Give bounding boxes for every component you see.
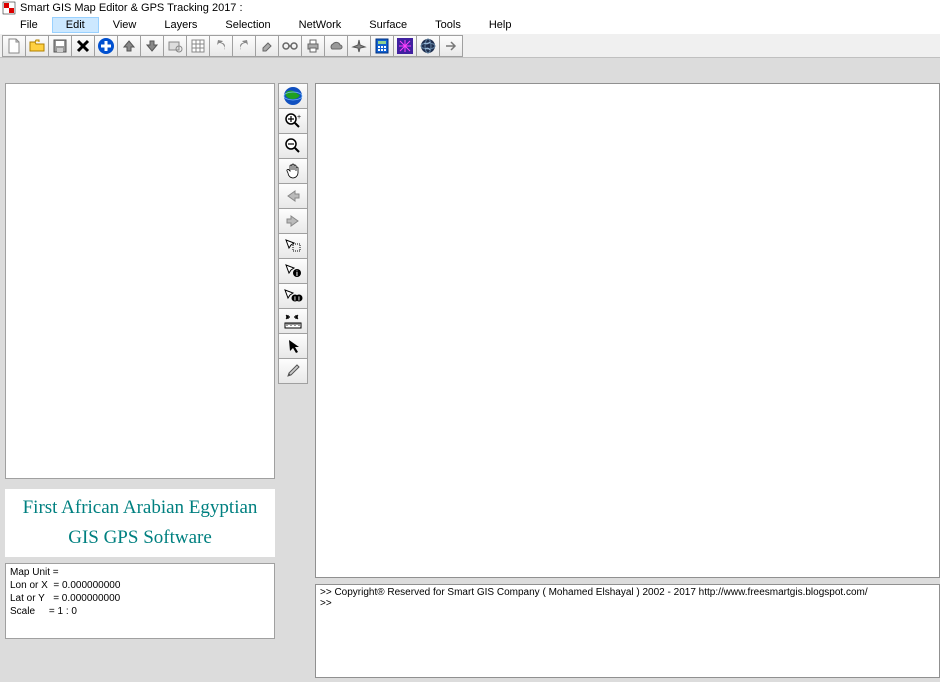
- edit-pen-button[interactable]: [278, 358, 308, 384]
- undo-button[interactable]: [209, 35, 233, 57]
- map-canvas[interactable]: [315, 83, 940, 578]
- left-panel: First African Arabian Egyptian GIS GPS S…: [5, 83, 275, 639]
- map-toolbar: + i ii: [278, 83, 308, 383]
- zoom-out-button[interactable]: [278, 133, 308, 159]
- menu-selection[interactable]: Selection: [211, 17, 284, 33]
- zoom-in-button[interactable]: +: [278, 108, 308, 134]
- cloud-button[interactable]: [324, 35, 348, 57]
- main-toolbar: [0, 34, 940, 58]
- map-unit-label: Map Unit =: [10, 567, 59, 578]
- globe-button[interactable]: [416, 35, 440, 57]
- lon-label: Lon or X: [10, 580, 48, 591]
- coordinate-status: Map Unit = Lon or X = 0.000000000 Lat or…: [5, 563, 275, 639]
- airplane-button[interactable]: [347, 35, 371, 57]
- menu-bar: File Edit View Layers Selection NetWork …: [0, 16, 940, 34]
- log-output[interactable]: >> Copyright® Reserved for Smart GIS Com…: [315, 584, 940, 678]
- app-icon: [2, 1, 16, 15]
- move-down-button[interactable]: [140, 35, 164, 57]
- menu-file[interactable]: File: [6, 17, 52, 33]
- menu-edit[interactable]: Edit: [52, 17, 99, 33]
- forward-button[interactable]: [278, 208, 308, 234]
- calculator-button[interactable]: [370, 35, 394, 57]
- new-document-button[interactable]: [2, 35, 26, 57]
- title-bar: Smart GIS Map Editor & GPS Tracking 2017…: [0, 0, 940, 16]
- identify-many-button[interactable]: ii: [278, 283, 308, 309]
- back-button[interactable]: [278, 183, 308, 209]
- workspace: First African Arabian Egyptian GIS GPS S…: [0, 58, 940, 682]
- lat-label: Lat or Y: [10, 593, 45, 604]
- menu-tools[interactable]: Tools: [421, 17, 475, 33]
- pan-button[interactable]: [278, 158, 308, 184]
- banner-line2: GIS GPS Software: [68, 523, 212, 553]
- product-banner: First African Arabian Egyptian GIS GPS S…: [5, 489, 275, 557]
- nav-button[interactable]: [439, 35, 463, 57]
- open-folder-button[interactable]: [25, 35, 49, 57]
- table-button[interactable]: [186, 35, 210, 57]
- scale-label: Scale: [10, 606, 35, 617]
- move-up-button[interactable]: [117, 35, 141, 57]
- print-button[interactable]: [301, 35, 325, 57]
- eraser-button[interactable]: [255, 35, 279, 57]
- svg-text:i: i: [296, 271, 298, 278]
- select-rect-button[interactable]: [278, 233, 308, 259]
- menu-view[interactable]: View: [99, 17, 151, 33]
- measure-button[interactable]: [278, 308, 308, 334]
- add-button[interactable]: [94, 35, 118, 57]
- delete-button[interactable]: [71, 35, 95, 57]
- menu-surface[interactable]: Surface: [355, 17, 421, 33]
- log-line-2: >>: [320, 598, 935, 609]
- identify-button[interactable]: i: [278, 258, 308, 284]
- log-line-1: >> Copyright® Reserved for Smart GIS Com…: [320, 587, 935, 598]
- menu-layers[interactable]: Layers: [150, 17, 211, 33]
- find-button[interactable]: [278, 35, 302, 57]
- pointer-button[interactable]: [278, 333, 308, 359]
- full-extent-button[interactable]: [278, 83, 308, 109]
- svg-text:+: +: [297, 114, 301, 121]
- scale-value: = 1 : 0: [49, 606, 77, 617]
- layers-panel[interactable]: [5, 83, 275, 479]
- menu-network[interactable]: NetWork: [285, 17, 356, 33]
- layer-props-button[interactable]: [163, 35, 187, 57]
- burst-button[interactable]: [393, 35, 417, 57]
- banner-line1: First African Arabian Egyptian: [23, 493, 258, 523]
- lon-value: = 0.000000000: [53, 580, 120, 591]
- menu-help[interactable]: Help: [475, 17, 526, 33]
- redo-button[interactable]: [232, 35, 256, 57]
- lat-value: = 0.000000000: [53, 593, 120, 604]
- save-button[interactable]: [48, 35, 72, 57]
- window-title: Smart GIS Map Editor & GPS Tracking 2017…: [20, 2, 243, 14]
